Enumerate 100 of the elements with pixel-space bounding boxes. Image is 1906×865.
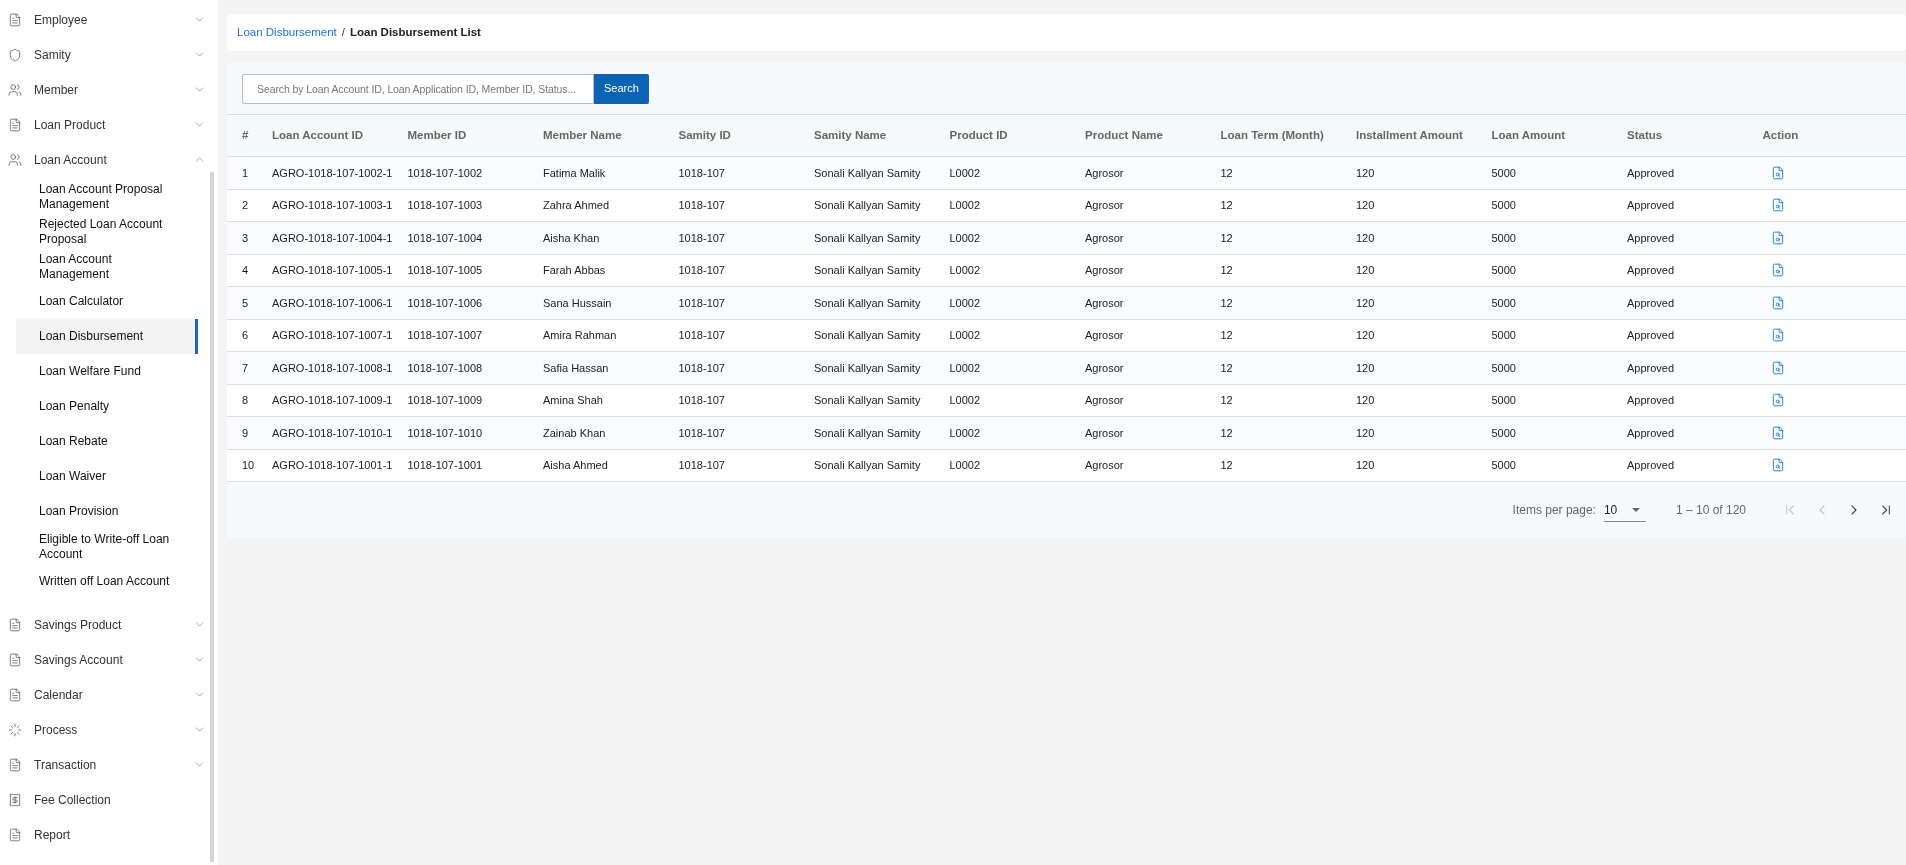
submenu-item[interactable]: Loan Disbursement [16,319,198,354]
document-icon [8,757,22,772]
submenu-item[interactable]: Loan Provision [16,494,198,529]
table-cell-text: 1018-107-1008 [407,360,484,376]
table-cell-text: 1018-107 [678,328,726,343]
table-cell-text: 2 [242,198,250,213]
sidebar-item[interactable]: Loan Product [0,107,218,142]
table-cell-text: 12 [1220,198,1234,213]
table-cell-text: Sonali Kallyan Samity [814,263,922,278]
view-document-icon[interactable] [1770,360,1785,375]
table-cell-text: 12 [1220,295,1234,311]
table-cell-text: 5000 [1491,295,1517,311]
dropdown-caret-icon [1631,507,1640,512]
view-document-icon[interactable] [1770,295,1785,310]
submenu-item[interactable]: Loan Penalty [16,389,198,424]
submenu-item[interactable]: Rejected Loan Account Proposal [16,214,198,249]
view-document-icon[interactable] [1770,165,1785,180]
table-cell-text: 5000 [1491,328,1517,343]
search-field[interactable]: Search by Loan Account ID, Loan Application ID, Member ID, Status... [242,73,594,104]
breadcrumb-link[interactable]: Loan Disbursement [237,23,337,42]
submenu-item[interactable]: Written off Loan Account [16,564,198,599]
receipt-icon [8,792,22,807]
table-cell-text: Sonali Kallyan Samity [814,360,922,376]
items-per-page-label: Items per page: [1512,502,1596,519]
table-cell-text: 1018-107-1002 [407,165,484,181]
table-cell-text: L0002 [949,295,982,311]
table-cell-text: L0002 [949,328,982,343]
table-cell-text: Safia Hassan [543,360,610,376]
sidebar-item[interactable]: Samity [0,37,218,72]
table-cell-text: L0002 [949,393,982,408]
table-cell-text: L0002 [949,198,982,213]
table-cell-text: AGRO-1018-107-1005-1 [272,263,394,278]
column-header: Samity ID [678,127,732,143]
sidebar-item[interactable]: Savings Product [0,607,218,642]
sidebar-item[interactable]: Process [0,712,218,747]
view-document-icon[interactable] [1770,198,1785,213]
submenu-item[interactable]: Loan Account Proposal Management [16,179,198,214]
column-header: Action [1762,127,1800,143]
table-cell-text: Sonali Kallyan Samity [814,230,922,246]
table-cell-text: 5000 [1491,263,1517,278]
sidebar-item[interactable]: Savings Account [0,642,218,677]
table-cell-text: 12 [1220,393,1234,408]
column-header: Loan Account ID [272,127,364,143]
table-cell-text: Agrosor [1085,393,1125,408]
table-cell-text: 1018-107 [678,230,726,246]
view-document-icon[interactable] [1770,425,1785,440]
table-cell-text: 4 [242,263,250,278]
submenu-item[interactable]: Loan Account Management [16,249,198,284]
search-button[interactable]: Search [594,73,649,104]
table-cell-text: Aisha Khan [543,230,601,246]
table-cell-text: 120 [1356,295,1376,311]
view-document-icon[interactable] [1770,230,1785,245]
view-document-icon[interactable] [1770,263,1785,278]
submenu-item[interactable]: Loan Waiver [16,459,198,494]
table-cell-text: 1018-107 [678,458,726,473]
table-cell-text: 12 [1220,165,1234,181]
sidebar-item[interactable]: Loan Account [0,142,218,177]
document-icon [8,617,22,632]
table-cell-text: 12 [1220,458,1234,473]
table-cell-text: 1018-107 [678,165,726,181]
view-document-icon[interactable] [1770,328,1785,343]
table-cell-text: Sonali Kallyan Samity [814,393,922,408]
table-cell-text: 120 [1356,425,1376,441]
table-cell-text: L0002 [949,230,982,246]
table-cell-text: L0002 [949,425,982,441]
sidebar-item[interactable]: Calendar [0,677,218,712]
sidebar-item[interactable]: Report [0,817,218,852]
submenu-item[interactable]: Loan Welfare Fund [16,354,198,389]
table-cell-text: 12 [1220,360,1234,376]
column-header: Product Name [1085,127,1164,143]
table-cell-text: Agrosor [1085,165,1125,181]
sidebar-item[interactable]: Fee Collection [0,782,218,817]
table-cell-text: Amira Rahman [543,328,618,343]
table-cell-text: Sonali Kallyan Samity [814,425,922,441]
table-cell-text: 120 [1356,360,1376,376]
table-cell-text: Zahra Ahmed [543,198,611,213]
table-cell-text: Approved [1627,328,1676,343]
table-cell-text: 1018-107-1004 [407,230,484,246]
submenu-item[interactable]: Loan Rebate [16,424,198,459]
table-cell-text: L0002 [949,165,982,181]
table-cell-text: 1018-107-1005 [407,263,484,278]
table-cell-text: Sana Hussain [543,295,613,311]
submenu-item[interactable]: Loan Calculator [16,284,198,319]
table-cell-text: 120 [1356,230,1376,246]
table-cell-text: 120 [1356,458,1376,473]
submenu-item[interactable]: Eligible to Write-off Loan Account [16,529,198,564]
table-cell-text: Approved [1627,230,1676,246]
table-cell-text: Sonali Kallyan Samity [814,165,922,181]
sidebar-item[interactable]: Transaction [0,747,218,782]
table-cell-text: Sonali Kallyan Samity [814,295,922,311]
table-cell-text: 1018-107 [678,393,726,408]
users-icon [8,152,22,167]
page-range: 1 – 10 of 120 [1675,502,1746,519]
sidebar-item[interactable]: Member [0,72,218,107]
page-size-select[interactable]: 10 [1603,498,1646,522]
view-document-icon[interactable] [1770,458,1785,473]
table-cell-text: 120 [1356,328,1376,343]
column-header: Member ID [407,127,468,143]
sidebar-item[interactable]: Employee [0,2,218,37]
view-document-icon[interactable] [1770,393,1785,408]
